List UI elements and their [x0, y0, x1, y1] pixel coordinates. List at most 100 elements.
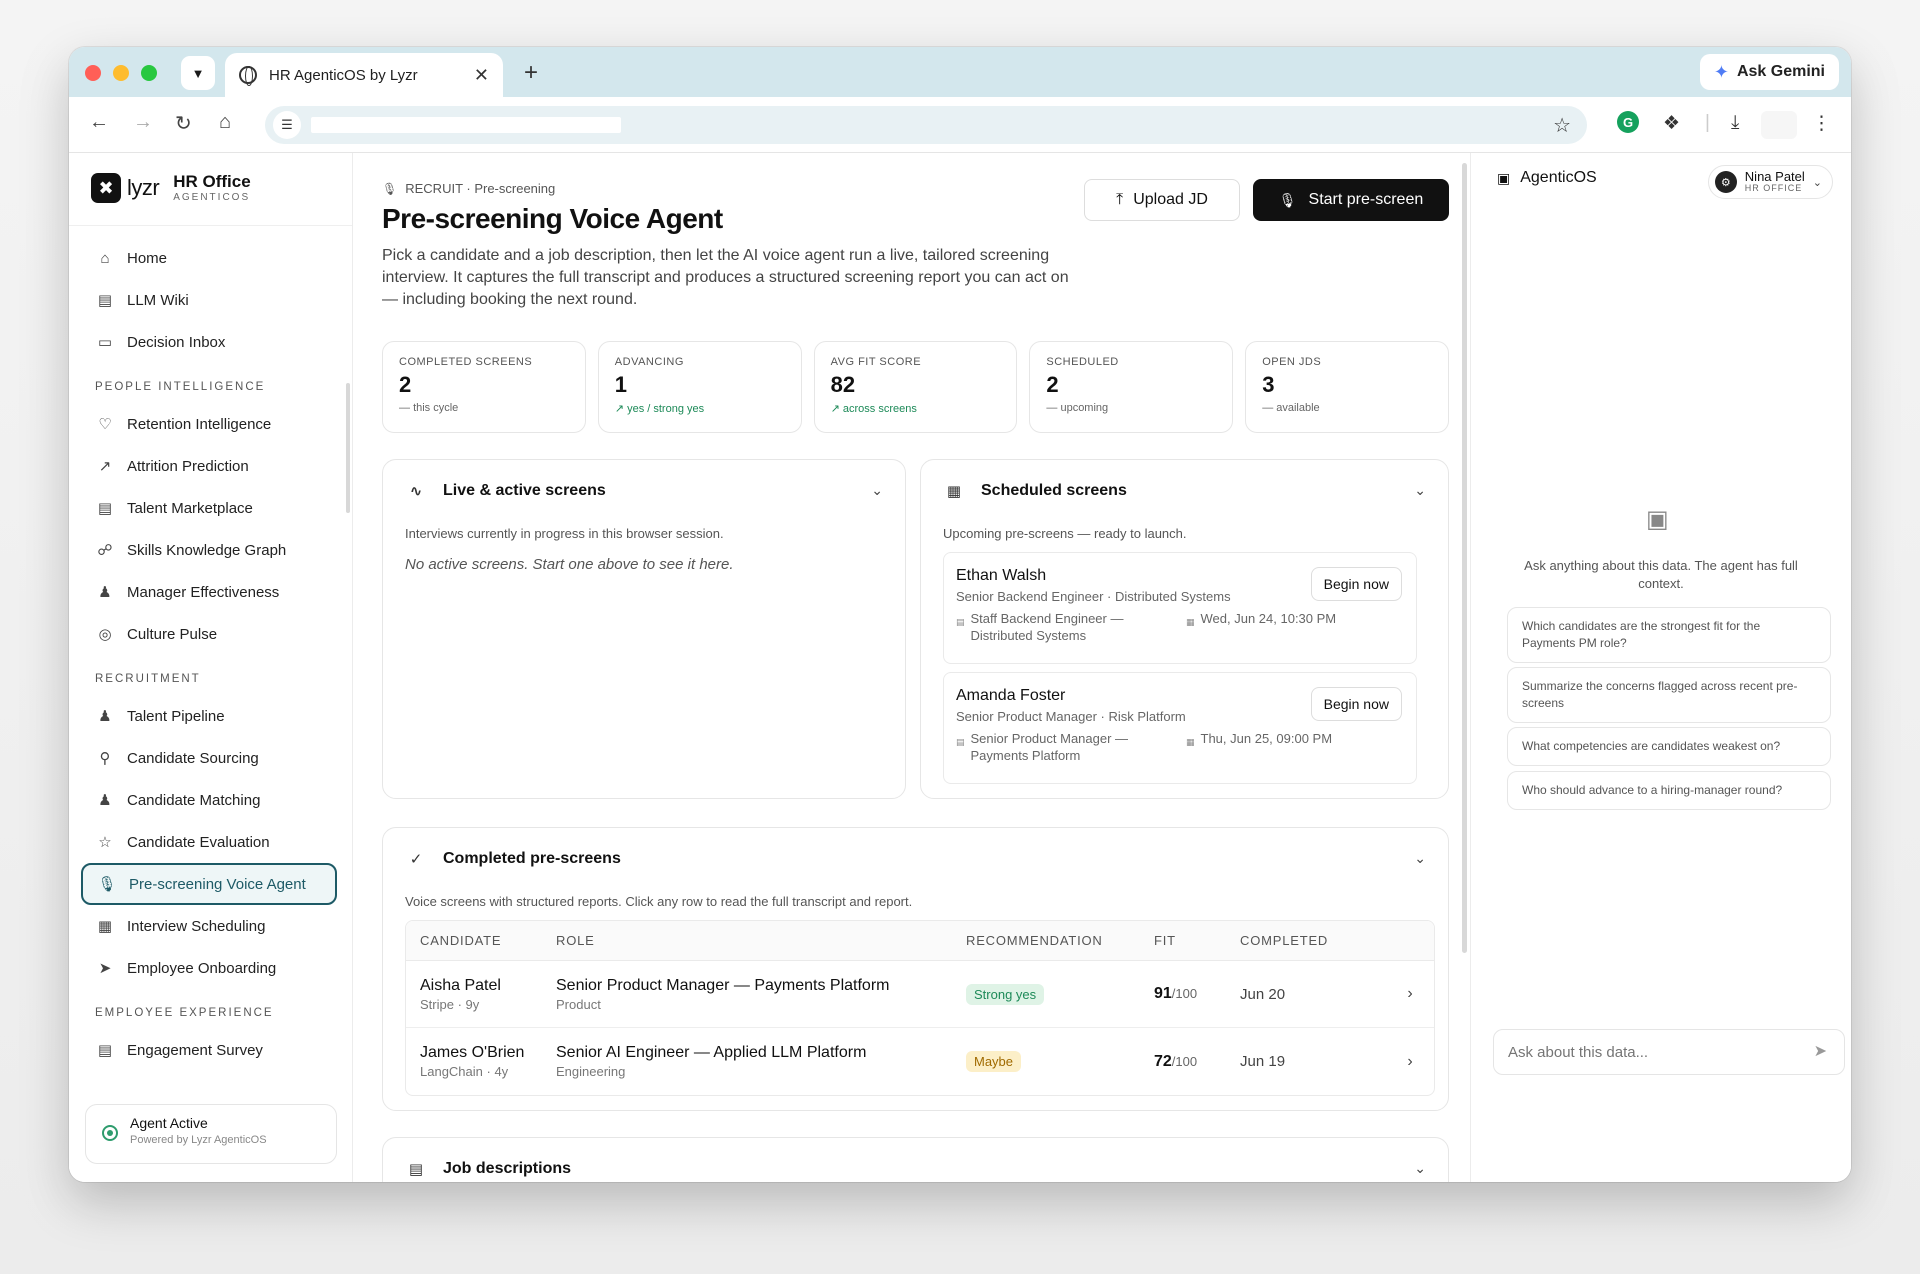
section-recruitment: RECRUITMENT	[95, 673, 201, 685]
section-employee-experience: EMPLOYEE EXPERIENCE	[95, 1007, 274, 1019]
browser-tab[interactable]: HR AgenticOS by Lyzr ✕	[225, 53, 503, 97]
suggestion-chip[interactable]: Which candidates are the strongest fit f…	[1507, 607, 1831, 663]
stat-label: COMPLETED SCREENS	[399, 356, 533, 368]
chevron-down-icon[interactable]: ⌄	[1414, 482, 1426, 499]
brand[interactable]: ✖ lyzr HR Office AGENTICOS	[91, 172, 251, 203]
heart-pulse-icon: ♡	[98, 416, 112, 433]
chevron-down-icon[interactable]: ⌄	[871, 482, 883, 499]
new-tab-button[interactable]: +	[524, 59, 538, 87]
back-icon[interactable]: ←	[89, 111, 109, 134]
table-row[interactable]: Aisha Patel Stripe · 9y Senior Product Ma…	[406, 961, 1434, 1028]
briefcase-icon: ▤	[956, 617, 965, 627]
completed-header[interactable]: ✓ Completed pre-screens	[403, 846, 621, 872]
calendar-icon: ▦	[97, 918, 113, 935]
browser-window: ▼ HR AgenticOS by Lyzr ✕ + ✦ Ask Gemini …	[69, 47, 1851, 1182]
address-bar[interactable]: ☰ ☆	[265, 106, 1587, 144]
chevron-down-icon[interactable]: ⌄	[1414, 850, 1426, 867]
sidebar-scrollbar[interactable]	[346, 383, 350, 513]
column-header[interactable]: RECOMMENDATION	[966, 933, 1154, 948]
chevron-down-icon[interactable]: ⌄	[1414, 1160, 1426, 1177]
scheduled-screens-title: Scheduled screens	[981, 482, 1127, 499]
close-tab-icon[interactable]: ✕	[474, 65, 489, 86]
begin-now-button[interactable]: Begin now	[1310, 687, 1402, 721]
section-people-intelligence: PEOPLE INTELLIGENCE	[95, 381, 266, 393]
job-descriptions-header[interactable]: ▤ Job descriptions	[403, 1156, 571, 1182]
chevron-right-icon[interactable]: ›	[1390, 1053, 1430, 1071]
maximize-window-button[interactable]	[141, 65, 157, 81]
upload-icon: ⤒	[1116, 191, 1124, 208]
sidebar-item-label: Attrition Prediction	[127, 457, 249, 475]
suggestion-chip[interactable]: Who should advance to a hiring-manager r…	[1507, 771, 1831, 810]
sidebar-item-skills-knowledge-graph[interactable]: ☍ Skills Knowledge Graph	[81, 529, 337, 571]
sidebar-item-llm-wiki[interactable]: ▤ LLM Wiki	[81, 279, 337, 321]
ask-gemini-button[interactable]: ✦ Ask Gemini	[1699, 54, 1839, 90]
live-screens-header[interactable]: ∿ Live & active screens	[403, 478, 606, 504]
table-row[interactable]: James O'Brien LangChain · 4y Senior AI En…	[406, 1028, 1434, 1095]
scheduled-item: Ethan Walsh Senior Backend Engineer · Di…	[943, 552, 1417, 664]
grammarly-extension-icon[interactable]: G	[1617, 111, 1639, 133]
sidebar-item-engagement-survey[interactable]: ▤ Engagement Survey	[81, 1029, 337, 1071]
profile-avatar[interactable]	[1761, 111, 1797, 139]
tab-search-button[interactable]: ▼	[181, 56, 215, 90]
column-header[interactable]: COMPLETED	[1240, 933, 1390, 948]
sidebar-item-interview-scheduling[interactable]: ▦ Interview Scheduling	[81, 905, 337, 947]
agent-status: Agent Active	[130, 1115, 208, 1131]
minimize-window-button[interactable]	[113, 65, 129, 81]
role-dept: Product	[556, 996, 601, 1012]
stat-card-open-jds: OPEN JDS 3 — available	[1245, 341, 1449, 433]
scheduled-screens-card: ▦ Scheduled screens ⌄ Upcoming pre-scree…	[920, 459, 1449, 799]
user-menu[interactable]: ⚙ Nina Patel HR OFFICE ⌄	[1707, 165, 1833, 199]
clipboard-icon: ▤	[97, 1042, 113, 1059]
home-icon[interactable]: ⌂	[219, 111, 231, 134]
bookmark-star-icon[interactable]: ☆	[1553, 113, 1571, 138]
sidebar-item-candidate-sourcing[interactable]: ⚲ Candidate Sourcing	[81, 737, 337, 779]
suggestion-chip[interactable]: Summarize the concerns flagged across re…	[1507, 667, 1831, 723]
tab-strip: ▼ HR AgenticOS by Lyzr ✕ + ✦ Ask Gemini	[69, 47, 1851, 97]
column-header[interactable]: ROLE	[556, 933, 966, 948]
job-descriptions-card: ▤ Job descriptions ⌄	[382, 1137, 1449, 1182]
sidebar-item-attrition-prediction[interactable]: ↗ Attrition Prediction	[81, 445, 337, 487]
suggestion-chip[interactable]: What competencies are candidates weakest…	[1507, 727, 1831, 766]
sidebar-item-culture-pulse[interactable]: ◎ Culture Pulse	[81, 613, 337, 655]
role-title: Senior AI Engineer — Applied LLM Platfor…	[556, 1044, 867, 1061]
send-icon[interactable]: ➤	[1814, 1041, 1827, 1061]
graph-icon: ☍	[97, 542, 113, 559]
sidebar-item-talent-pipeline[interactable]: ♟ Talent Pipeline	[81, 695, 337, 737]
sidebar: ✖ lyzr HR Office AGENTICOS ⌂ Home ▤ LLM Wi…	[69, 153, 353, 1182]
chat-input[interactable]	[1493, 1029, 1845, 1075]
upload-jd-button[interactable]: ⤒ Upload JD	[1084, 179, 1240, 221]
close-window-button[interactable]	[85, 65, 101, 81]
sidebar-item-pre-screening-voice-agent[interactable]: 🎙 Pre-screening Voice Agent	[81, 863, 337, 905]
sidebar-item-candidate-evaluation[interactable]: ☆ Candidate Evaluation	[81, 821, 337, 863]
main-scrollbar[interactable]	[1462, 163, 1467, 953]
sidebar-item-label: LLM Wiki	[127, 291, 189, 309]
stat-value: 2	[1046, 372, 1059, 397]
sidebar-item-retention-intelligence[interactable]: ♡ Retention Intelligence	[81, 403, 337, 445]
sidebar-item-manager-effectiveness[interactable]: ♟ Manager Effectiveness	[81, 571, 337, 613]
recommendation-badge: Maybe	[966, 1051, 1022, 1072]
sidebar-item-talent-marketplace[interactable]: ▤ Talent Marketplace	[81, 487, 337, 529]
extensions-icon[interactable]: ❖	[1663, 112, 1680, 135]
flat-trend-icon: —	[399, 402, 410, 414]
download-icon[interactable]: ⤓	[1731, 112, 1739, 134]
forward-icon[interactable]: →	[133, 111, 153, 134]
chevron-right-icon[interactable]: ›	[1390, 985, 1430, 1003]
calendar-icon: ▦	[1186, 617, 1195, 627]
sidebar-item-candidate-matching[interactable]: ♟ Candidate Matching	[81, 779, 337, 821]
trend-up-icon: ↗	[614, 403, 625, 415]
reload-icon[interactable]: ↻	[175, 111, 192, 136]
more-menu-icon[interactable]: ⋮	[1812, 112, 1831, 135]
start-pre-screen-button[interactable]: 🎙 Start pre-screen	[1253, 179, 1449, 221]
completed-date: Jun 19	[1240, 1053, 1286, 1070]
column-header[interactable]: CANDIDATE	[406, 933, 556, 948]
scheduled-screens-header[interactable]: ▦ Scheduled screens	[941, 478, 1127, 504]
ask-gemini-label: Ask Gemini	[1736, 63, 1825, 80]
fit-score: 91	[1154, 985, 1172, 1002]
site-settings-icon[interactable]: ☰	[273, 111, 301, 139]
completed-date: Jun 20	[1240, 985, 1286, 1003]
begin-now-button[interactable]: Begin now	[1310, 567, 1402, 601]
sidebar-item-decision-inbox[interactable]: ▭ Decision Inbox	[81, 321, 337, 363]
column-header[interactable]: FIT	[1154, 933, 1240, 948]
sidebar-item-home[interactable]: ⌂ Home	[81, 237, 337, 279]
sidebar-item-employee-onboarding[interactable]: ➤ Employee Onboarding	[81, 947, 337, 989]
